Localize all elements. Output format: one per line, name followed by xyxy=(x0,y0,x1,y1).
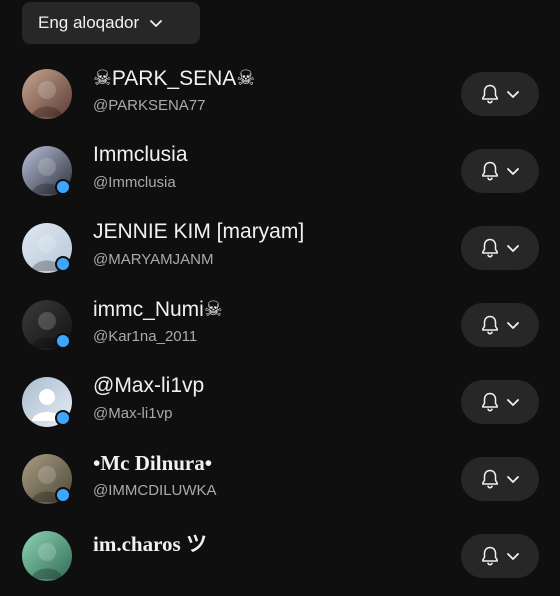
channel-row[interactable]: im.charos ツ xyxy=(0,519,560,596)
channel-handle: @PARKSENA77 xyxy=(93,97,206,114)
channel-avatar[interactable] xyxy=(22,223,72,273)
channel-handle: @Immclusia xyxy=(93,174,176,191)
chevron-down-icon xyxy=(506,549,520,563)
channel-name[interactable]: Immclusia xyxy=(93,143,188,167)
channel-name[interactable]: @Max-li1vp xyxy=(93,374,204,398)
notification-settings-button[interactable] xyxy=(461,457,539,501)
live-indicator-dot xyxy=(55,410,71,426)
channel-avatar[interactable] xyxy=(22,69,72,119)
bell-icon xyxy=(480,468,500,490)
channel-name[interactable]: •Mc Dilnura• xyxy=(93,451,212,476)
channel-handle: @Max-li1vp xyxy=(93,405,173,422)
bell-icon xyxy=(480,160,500,182)
sort-label: Eng aloqador xyxy=(38,13,140,32)
live-indicator-dot xyxy=(55,256,71,272)
channel-avatar[interactable] xyxy=(22,377,72,427)
channel-name[interactable]: ☠PARK_SENA☠ xyxy=(93,66,255,91)
chevron-down-icon xyxy=(149,16,163,30)
notification-settings-button[interactable] xyxy=(461,303,539,347)
live-indicator-dot xyxy=(55,179,71,195)
channel-handle: @Kar1na_2011 xyxy=(93,328,198,345)
channel-row[interactable]: @Max-li1vp @Max-li1vp xyxy=(0,365,560,442)
channel-row[interactable]: ☠PARK_SENA☠ @PARKSENA77 xyxy=(0,57,560,134)
chevron-down-icon xyxy=(506,318,520,332)
bell-icon xyxy=(480,391,500,413)
channel-name[interactable]: immc_Numi☠ xyxy=(93,297,223,322)
channel-row[interactable]: JENNIE KIM [maryam] @MARYAMJANM xyxy=(0,211,560,288)
chevron-down-icon xyxy=(506,241,520,255)
channel-name[interactable]: im.charos ツ xyxy=(93,528,207,558)
chevron-down-icon xyxy=(506,164,520,178)
live-indicator-dot xyxy=(55,333,71,349)
bell-icon xyxy=(480,545,500,567)
live-indicator-dot xyxy=(55,487,71,503)
channel-handle: @MARYAMJANM xyxy=(93,251,214,268)
notification-settings-button[interactable] xyxy=(461,534,539,578)
chevron-down-icon xyxy=(506,87,520,101)
channel-avatar[interactable] xyxy=(22,454,72,504)
notification-settings-button[interactable] xyxy=(461,226,539,270)
channel-row[interactable]: Immclusia @Immclusia xyxy=(0,134,560,211)
bell-icon xyxy=(480,237,500,259)
sort-dropdown-button[interactable]: Eng aloqador xyxy=(22,2,200,44)
subscriptions-list: ☠PARK_SENA☠ @PARKSENA77 Immclusia @Immclusi… xyxy=(0,57,560,596)
channel-handle: @IMMCDILUWKA xyxy=(93,482,217,499)
notification-settings-button[interactable] xyxy=(461,72,539,116)
chevron-down-icon xyxy=(506,395,520,409)
channel-avatar[interactable] xyxy=(22,531,72,581)
channel-avatar[interactable] xyxy=(22,300,72,350)
bell-icon xyxy=(480,314,500,336)
chevron-down-icon xyxy=(506,472,520,486)
channel-row[interactable]: immc_Numi☠ @Kar1na_2011 xyxy=(0,288,560,365)
notification-settings-button[interactable] xyxy=(461,149,539,193)
channel-row[interactable]: •Mc Dilnura• @IMMCDILUWKA xyxy=(0,442,560,519)
bell-icon xyxy=(480,83,500,105)
notification-settings-button[interactable] xyxy=(461,380,539,424)
channel-avatar[interactable] xyxy=(22,146,72,196)
channel-name[interactable]: JENNIE KIM [maryam] xyxy=(93,220,304,244)
